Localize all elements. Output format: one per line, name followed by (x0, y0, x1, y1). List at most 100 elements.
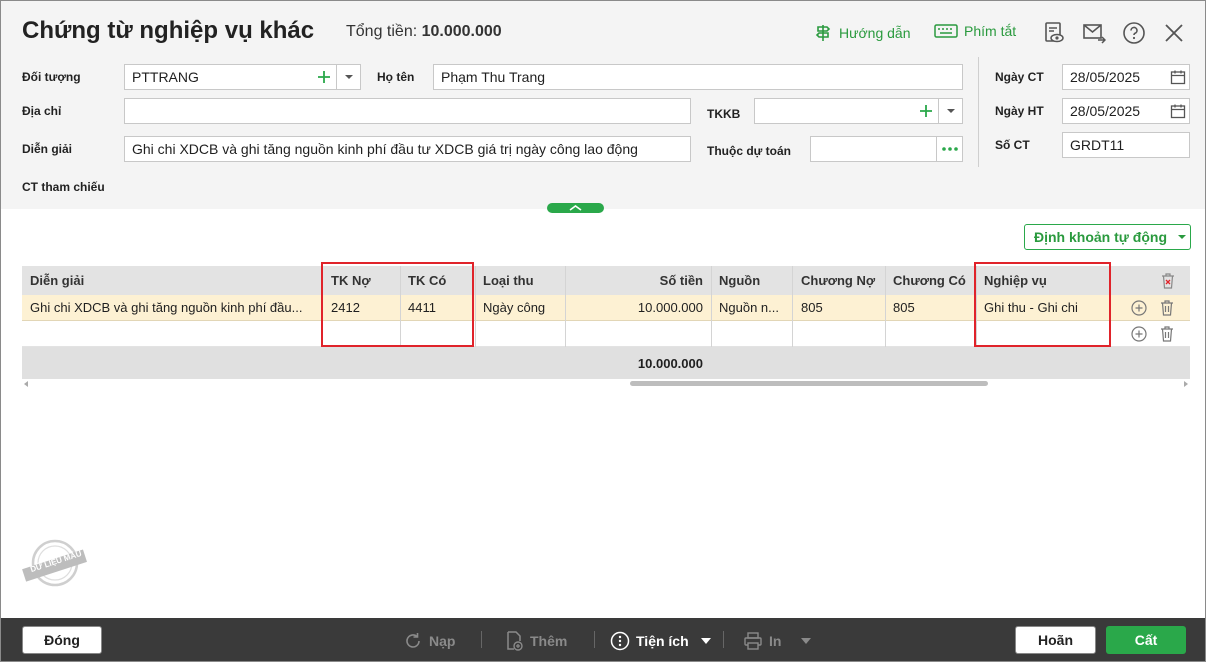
add-label: Thêm (530, 633, 568, 649)
add-tkkb-button[interactable] (914, 99, 938, 123)
col-divider (711, 266, 712, 347)
col-divider (565, 266, 566, 347)
budget-picker[interactable] (810, 136, 963, 162)
col-header-income-type[interactable]: Loại thu (475, 266, 565, 295)
post-date-calendar-button[interactable] (1167, 99, 1189, 123)
chevron-down-icon (344, 75, 353, 79)
action-bar: Đóng Nạp Thêm Tiện ích In Hoãn Cất (1, 618, 1205, 661)
object-dropdown-button[interactable] (336, 65, 360, 89)
horizontal-scrollbar[interactable] (22, 380, 1190, 388)
add-document-icon (507, 631, 523, 651)
doc-date-calendar-button[interactable] (1167, 65, 1189, 89)
calendar-icon (1170, 104, 1186, 119)
form-divider (978, 57, 979, 167)
col-divider (885, 266, 886, 347)
doc-number-input[interactable]: GRDT11 (1062, 132, 1190, 158)
name-label: Họ tên (377, 70, 415, 84)
delete-row-icon[interactable] (1159, 299, 1175, 316)
save-button[interactable]: Cất (1106, 626, 1186, 654)
post-date-picker[interactable]: 28/05/2025 (1062, 98, 1190, 124)
budget-label: Thuộc dự toán (707, 144, 792, 158)
plus-icon (920, 105, 932, 117)
more-circle-icon (610, 631, 630, 651)
calendar-icon (1170, 70, 1186, 85)
name-input[interactable]: Phạm Thu Trang (433, 64, 963, 90)
col-header-amount[interactable]: Số tiền (565, 266, 711, 295)
col-divider (475, 266, 476, 347)
guide-icon (815, 25, 831, 41)
tkkb-dropdown-button[interactable] (938, 99, 962, 123)
trash-x-icon (1162, 273, 1174, 289)
scroll-left-icon[interactable] (24, 381, 29, 387)
object-label: Đối tượng (22, 70, 81, 84)
doc-date-picker[interactable]: 28/05/2025 (1062, 64, 1190, 90)
voucher-header: Chứng từ nghiệp vụ khác Tổng tiền: 10.00… (1, 1, 1205, 209)
cell-credit-chapter[interactable]: 805 (885, 295, 976, 320)
plus-icon (318, 71, 330, 83)
delete-row-icon[interactable] (1159, 325, 1175, 342)
utilities-label: Tiện ích (636, 633, 689, 649)
scroll-right-icon[interactable] (1183, 381, 1188, 387)
toolbar-separator (594, 631, 595, 648)
object-combobox[interactable]: PTTRANG (124, 64, 361, 90)
scrollbar-thumb[interactable] (630, 381, 988, 386)
toolbar-separator (723, 631, 724, 648)
voucher-window: Chứng từ nghiệp vụ khác Tổng tiền: 10.00… (0, 0, 1206, 662)
total-value: 10.000.000 (421, 23, 502, 40)
cell-income-type[interactable]: Ngày công (475, 295, 565, 320)
col-header-debit-chapter[interactable]: Chương Nợ (793, 266, 885, 295)
utilities-button[interactable]: Tiện ích (610, 631, 711, 651)
refresh-icon (406, 633, 420, 648)
cell-debit-chapter[interactable]: 805 (793, 295, 885, 320)
cell-description[interactable]: Ghi chi XDCB và ghi tăng nguồn kinh phí … (22, 295, 321, 320)
mail-icon[interactable] (1082, 21, 1106, 45)
chevron-down-icon (946, 109, 955, 113)
page-title: Chứng từ nghiệp vụ khác (22, 17, 315, 44)
close-icon[interactable] (1162, 21, 1186, 45)
highlight-operation-column (974, 262, 1111, 347)
budget-more-button[interactable] (936, 137, 962, 161)
col-header-credit-chapter[interactable]: Chương Có (885, 266, 976, 295)
chevron-down-icon (1178, 235, 1187, 239)
add-row-icon[interactable] (1131, 300, 1147, 316)
highlight-account-columns (321, 262, 474, 347)
delete-all-rows-button[interactable] (1160, 272, 1176, 292)
total-amount: Tổng tiền: 10.000.000 (346, 23, 502, 41)
guide-link[interactable]: Hướng dẫn (813, 23, 910, 43)
col-header-source[interactable]: Nguồn (711, 266, 792, 295)
doc-date-value: 28/05/2025 (1070, 69, 1141, 85)
description-label: Diễn giải (22, 142, 73, 156)
total-amount-cell: 10.000.000 (637, 355, 703, 371)
add-object-button[interactable] (312, 65, 336, 89)
reload-button[interactable]: Nạp (403, 631, 455, 651)
total-label: Tổng tiền: (346, 23, 418, 40)
cell-source[interactable]: Nguồn n... (711, 295, 792, 320)
description-input[interactable]: Ghi chi XDCB và ghi tăng nguồn kinh phí … (124, 136, 691, 162)
doc-number-label: Số CT (995, 138, 1030, 152)
close-button[interactable]: Đóng (22, 626, 102, 654)
help-icon[interactable] (1122, 21, 1146, 45)
post-date-value: 28/05/2025 (1070, 103, 1141, 119)
collapse-header-button[interactable] (547, 203, 604, 213)
add-row-icon[interactable] (1131, 326, 1147, 342)
shortcut-link[interactable]: Phím tắt (934, 23, 1016, 39)
print-button[interactable]: In (743, 631, 812, 651)
col-divider (792, 266, 793, 347)
auto-posting-button[interactable]: Định khoản tự động (1024, 224, 1191, 250)
cell-amount[interactable]: 10.000.000 (565, 295, 711, 320)
toolbar-separator (481, 631, 482, 648)
post-date-label: Ngày HT (995, 104, 1044, 118)
tkkb-label: TKKB (707, 107, 741, 121)
doc-date-label: Ngày CT (995, 70, 1044, 84)
chevron-down-icon (700, 638, 711, 644)
col-header-description[interactable]: Diễn giải (22, 266, 321, 295)
preview-icon[interactable] (1042, 21, 1066, 45)
reload-label: Nạp (429, 633, 456, 649)
address-input[interactable] (124, 98, 691, 124)
cancel-button[interactable]: Hoãn (1015, 626, 1096, 654)
shortcut-label: Phím tắt (964, 23, 1017, 39)
add-button[interactable]: Thêm (504, 631, 567, 651)
printer-icon (744, 632, 762, 650)
chevron-down-icon (801, 638, 812, 644)
tkkb-combobox[interactable] (754, 98, 963, 124)
